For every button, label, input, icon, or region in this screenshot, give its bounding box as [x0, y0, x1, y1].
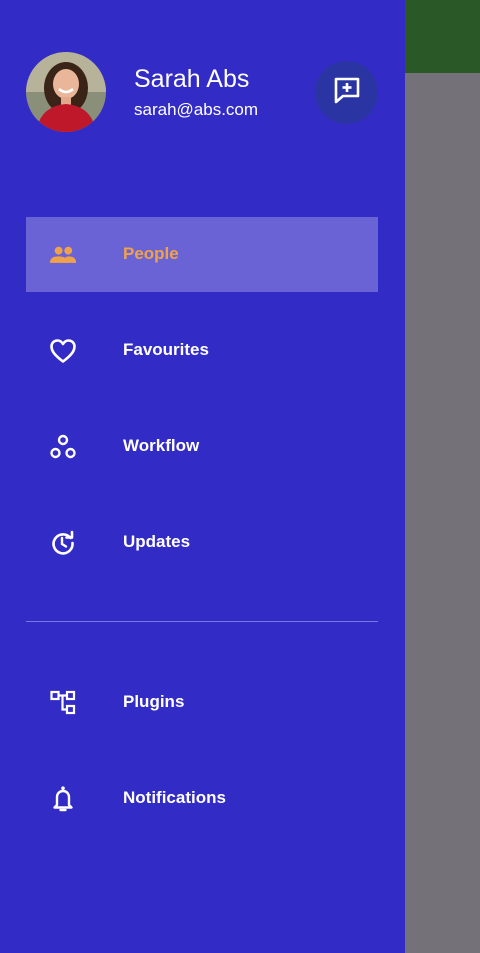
navigation-drawer: Sarah Abs sarah@abs.com People Favourite… [0, 0, 405, 953]
menu-item-favourites[interactable]: Favourites [26, 313, 378, 388]
menu-label-updates: Updates [123, 532, 191, 551]
avatar[interactable] [26, 52, 106, 132]
bell-icon [49, 785, 77, 813]
menu-item-workflow[interactable]: Workflow [26, 409, 378, 484]
menu-divider [26, 621, 378, 622]
heart-outline-icon [49, 337, 77, 365]
menu-label-people: People [123, 244, 179, 263]
menu-label-favourites: Favourites [123, 340, 209, 359]
app-screen: Sarah Abs sarah@abs.com People Favourite… [0, 0, 480, 953]
add-comment-icon [332, 75, 362, 110]
menu-item-updates[interactable]: Updates [26, 505, 378, 580]
plugins-icon [49, 689, 77, 717]
compose-button[interactable] [315, 61, 378, 124]
update-icon [49, 529, 77, 557]
menu-item-plugins[interactable]: Plugins [26, 665, 378, 740]
menu-label-workflow: Workflow [123, 436, 200, 455]
user-email: sarah@abs.com [134, 100, 259, 119]
app-bar-behind-drawer [405, 0, 480, 73]
drawer-scrim[interactable] [405, 73, 480, 953]
workflow-icon [49, 433, 77, 461]
people-icon [49, 241, 77, 269]
menu-item-notifications[interactable]: Notifications [26, 761, 378, 836]
menu-item-people[interactable]: People [26, 217, 378, 292]
menu-label-plugins: Plugins [123, 692, 185, 711]
menu-label-notifications: Notifications [123, 788, 226, 807]
user-name: Sarah Abs [134, 65, 250, 93]
